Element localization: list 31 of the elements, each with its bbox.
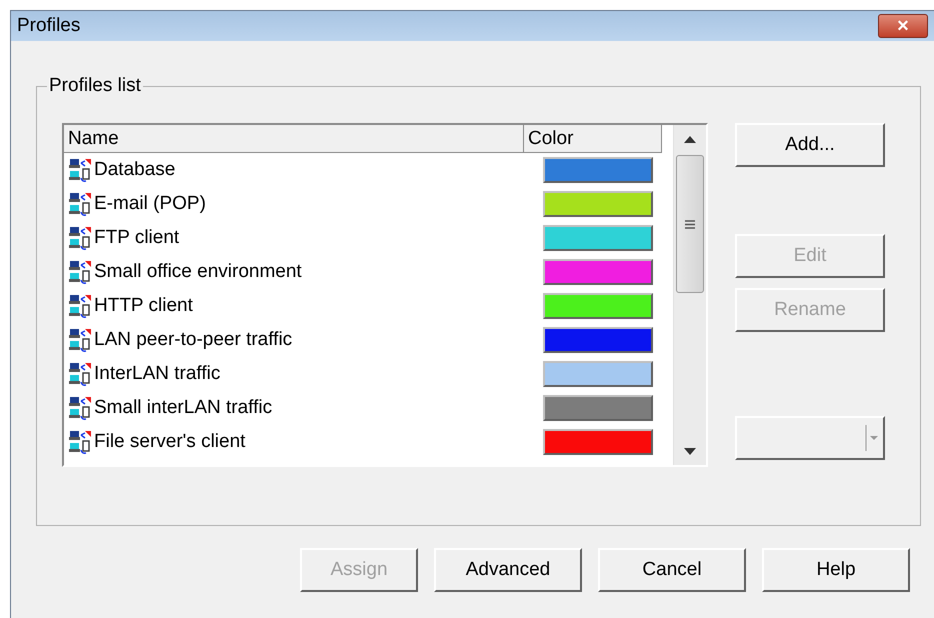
dialog-button[interactable]: Advanced — [434, 548, 582, 592]
column-header[interactable]: Color — [524, 125, 662, 153]
scroll-down-icon[interactable] — [684, 448, 696, 454]
network-profile-icon — [68, 192, 92, 216]
network-profile-icon — [68, 158, 92, 182]
profile-name[interactable]: File server's client — [94, 431, 246, 453]
profile-name[interactable]: Small interLAN traffic — [94, 397, 272, 419]
close-button[interactable]: × — [878, 14, 928, 38]
scroll-thumb[interactable] — [676, 155, 704, 293]
network-profile-icon — [68, 396, 92, 420]
column-header[interactable]: Name — [64, 125, 524, 153]
profile-name[interactable]: Small office environment — [94, 261, 302, 283]
dialog-button[interactable]: Cancel — [598, 548, 746, 592]
profile-name[interactable]: Database — [94, 159, 176, 181]
profile-name[interactable]: E-mail (POP) — [94, 193, 206, 215]
profile-name[interactable]: HTTP client — [94, 295, 193, 317]
window-title: Profiles — [17, 15, 80, 37]
grip-icon — [685, 220, 695, 228]
network-profile-icon — [68, 430, 92, 454]
profile-name[interactable]: InterLAN traffic — [94, 363, 220, 385]
network-profile-icon — [68, 294, 92, 318]
scroll-up-icon[interactable] — [684, 136, 696, 142]
scrollbar[interactable] — [673, 125, 706, 465]
dialog-button[interactable]: Add... — [735, 123, 885, 167]
network-profile-icon — [68, 328, 92, 352]
profile-name[interactable]: LAN peer-to-peer traffic — [94, 329, 292, 351]
network-profile-icon — [68, 260, 92, 284]
network-profile-icon — [68, 226, 92, 250]
network-profile-icon — [68, 362, 92, 386]
profile-name[interactable]: FTP client — [94, 227, 180, 249]
dialog-button[interactable]: Help — [762, 548, 910, 592]
